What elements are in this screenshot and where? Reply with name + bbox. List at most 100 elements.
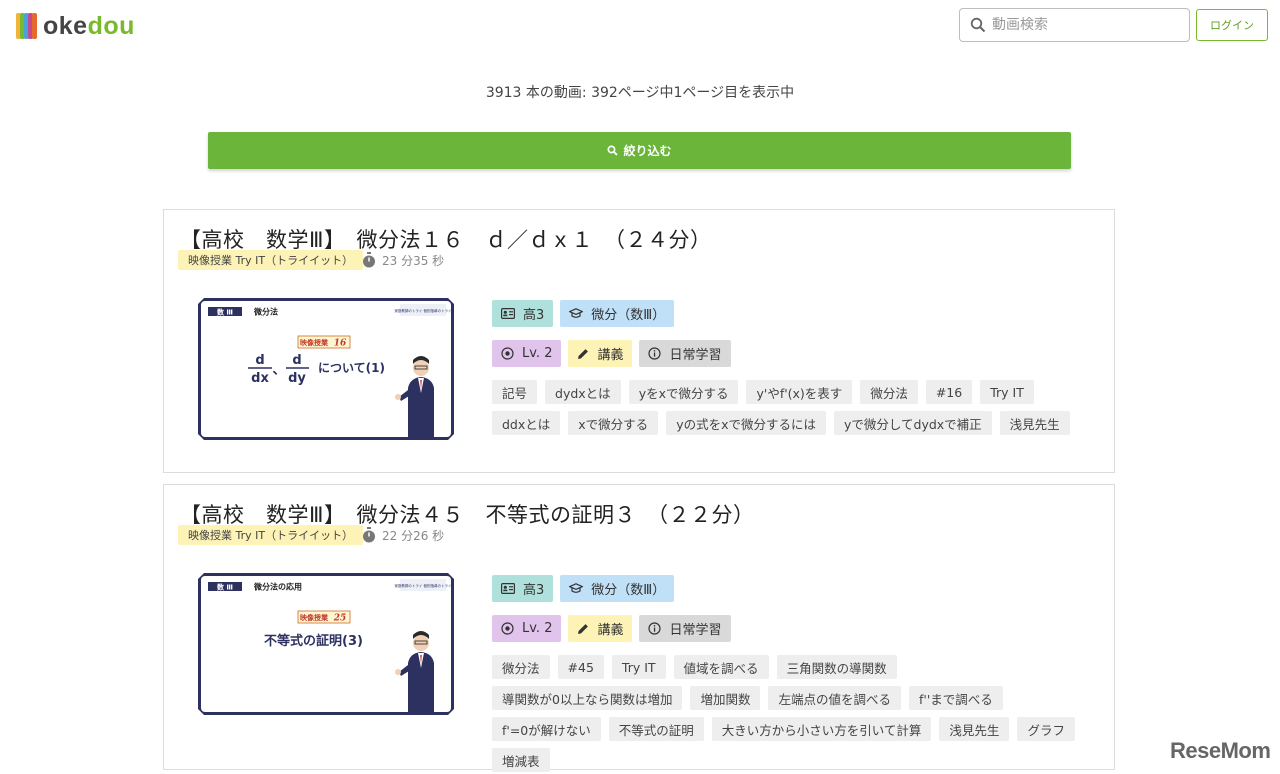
video-card[interactable]: 【高校 数学Ⅲ】 微分法４５ 不等式の証明３ （２２分） 映像授業 Try IT… — [163, 484, 1115, 772]
thumb-caption: について(1) — [318, 361, 385, 375]
tag-list: 記号 dydxとは yをxで微分する y'やf'(x)を表す 微分法 #16 T… — [492, 380, 1092, 435]
filter-label: 絞り込む — [623, 144, 672, 158]
svg-text:、: 、 — [272, 363, 285, 378]
logo-icon — [16, 11, 38, 41]
graduation-cap-icon — [569, 308, 584, 318]
tag[interactable]: 記号 — [492, 380, 538, 404]
tag[interactable]: Try IT — [611, 655, 666, 679]
target-icon — [501, 347, 514, 360]
tag[interactable]: yの式をxで微分するには — [666, 411, 826, 435]
source-badge: 映像授業 Try IT（トライイット） — [178, 525, 364, 545]
info-icon — [648, 622, 662, 635]
subject-chip[interactable]: 微分（数Ⅲ） — [560, 575, 675, 602]
pencil-icon — [578, 348, 589, 359]
tag[interactable]: 三角関数の導関数 — [776, 655, 897, 679]
type-label: 講義 — [597, 348, 624, 363]
pencil-icon — [578, 623, 589, 634]
thumb-subject: 数 Ⅲ — [217, 308, 233, 317]
level-chip[interactable]: Lv. 2 — [492, 615, 562, 642]
grade-chip[interactable]: 高3 — [492, 300, 554, 327]
svg-text:d: d — [255, 353, 264, 368]
duration-text: 23 分35 秒 — [382, 253, 445, 268]
subject-label: 微分（数Ⅲ） — [591, 308, 666, 323]
tag[interactable]: 微分法 — [860, 380, 918, 404]
purpose-label: 日常学習 — [669, 348, 722, 363]
thumb-lesson-label: 映像授業 — [300, 338, 329, 347]
stopwatch-icon — [363, 252, 375, 268]
result-count: 3913 本の動画: 392ページ中1ページ目を表示中 — [485, 85, 795, 101]
purpose-chip[interactable]: 日常学習 — [639, 340, 731, 367]
tag[interactable]: xで微分する — [568, 411, 659, 435]
grade-chip[interactable]: 高3 — [492, 575, 554, 602]
tag[interactable]: Try IT — [980, 380, 1034, 404]
video-thumbnail[interactable]: 数 Ⅲ 微分法の応用 家庭教師のトライ 個別指導のトライ 映像授業 25 不等式… — [198, 573, 454, 715]
thumb-brand: 家庭教師のトライ 個別指導のトライ — [394, 308, 451, 313]
duration-text: 22 分26 秒 — [382, 528, 445, 543]
info-icon — [648, 347, 662, 360]
video-duration: 22 分26 秒 — [362, 525, 444, 545]
graduation-cap-icon — [569, 583, 584, 593]
tag[interactable]: 微分法 — [492, 655, 550, 679]
grade-label: 高3 — [523, 308, 545, 323]
thumb-unit: 微分法の応用 — [253, 582, 302, 592]
stopwatch-icon — [363, 527, 375, 543]
tag[interactable]: 不等式の証明 — [608, 717, 704, 741]
tag[interactable]: y'やf'(x)を表す — [746, 380, 853, 404]
thumb-caption: 不等式の証明(3) — [264, 633, 363, 649]
grade-label: 高3 — [523, 583, 545, 598]
id-card-icon — [501, 583, 515, 594]
tag[interactable]: f'=0が解けない — [492, 717, 601, 741]
purpose-chip[interactable]: 日常学習 — [639, 615, 731, 642]
thumb-lesson-label: 映像授業 — [300, 613, 329, 622]
id-card-icon — [501, 308, 515, 319]
watermark-logo: ReseMom — [1170, 738, 1271, 763]
thumb-lesson-no: 25 — [333, 614, 347, 624]
thumb-lesson-no: 16 — [334, 339, 347, 349]
tag[interactable]: 値域を調べる — [673, 655, 769, 679]
subject-chip[interactable]: 微分（数Ⅲ） — [560, 300, 675, 327]
level-chip[interactable]: Lv. 2 — [492, 340, 562, 367]
svg-text:dy: dy — [288, 371, 306, 386]
site-logo[interactable]: okedou — [16, 10, 135, 42]
tag[interactable]: 左端点の値を調べる — [768, 686, 901, 710]
video-duration: 23 分35 秒 — [362, 250, 444, 270]
target-icon — [501, 622, 514, 635]
filter-button[interactable]: 絞り込む — [208, 132, 1071, 169]
tag[interactable]: 大きい方から小さい方を引いて計算 — [711, 717, 932, 741]
search-icon — [607, 145, 619, 156]
type-chip[interactable]: 講義 — [568, 615, 633, 642]
search-icon — [970, 17, 986, 33]
level-label: Lv. 2 — [522, 346, 553, 361]
tag[interactable]: yで微分してdydxで補正 — [833, 411, 992, 435]
thumb-unit: 微分法 — [253, 307, 278, 317]
tag[interactable]: dydxとは — [545, 380, 621, 404]
tag[interactable]: 浅見先生 — [939, 717, 1010, 741]
tag[interactable]: 導関数が0以上なら関数は増加 — [492, 686, 683, 710]
tag[interactable]: グラフ — [1017, 717, 1075, 741]
tag[interactable]: 増減表 — [492, 748, 550, 772]
tag[interactable]: 増加関数 — [690, 686, 761, 710]
purpose-label: 日常学習 — [669, 623, 722, 638]
tag[interactable]: ddxとは — [492, 411, 561, 435]
subject-label: 微分（数Ⅲ） — [591, 583, 666, 598]
tag[interactable]: 浅見先生 — [999, 411, 1070, 435]
svg-text:d: d — [292, 353, 301, 368]
source-badge: 映像授業 Try IT（トライイット） — [178, 250, 364, 270]
type-label: 講義 — [597, 623, 624, 638]
tag-list: 微分法 #45 Try IT 値域を調べる 三角関数の導関数 導関数が0以上なら… — [492, 655, 1092, 772]
tag[interactable]: #45 — [557, 655, 604, 679]
video-search-box[interactable] — [959, 8, 1190, 42]
svg-text:dx: dx — [251, 371, 269, 386]
tag[interactable]: f''まで調べる — [909, 686, 1003, 710]
thumb-subject: 数 Ⅲ — [217, 583, 233, 592]
logo-text: okedou — [43, 11, 135, 40]
video-thumbnail[interactable]: 数 Ⅲ 微分法 家庭教師のトライ 個別指導のトライ 映像授業 16 d dx 、… — [198, 298, 454, 440]
type-chip[interactable]: 講義 — [568, 340, 633, 367]
tag[interactable]: #16 — [925, 380, 973, 404]
tag[interactable]: yをxで微分する — [628, 380, 739, 404]
thumb-brand: 家庭教師のトライ 個別指導のトライ — [394, 583, 451, 588]
search-input[interactable] — [992, 17, 1182, 33]
login-button[interactable]: ログイン — [1196, 9, 1268, 41]
video-card[interactable]: 【高校 数学Ⅲ】 微分法１６ ｄ／ｄｘ１ （２４分） 映像授業 Try IT（ト… — [163, 209, 1115, 473]
level-label: Lv. 2 — [522, 621, 553, 636]
